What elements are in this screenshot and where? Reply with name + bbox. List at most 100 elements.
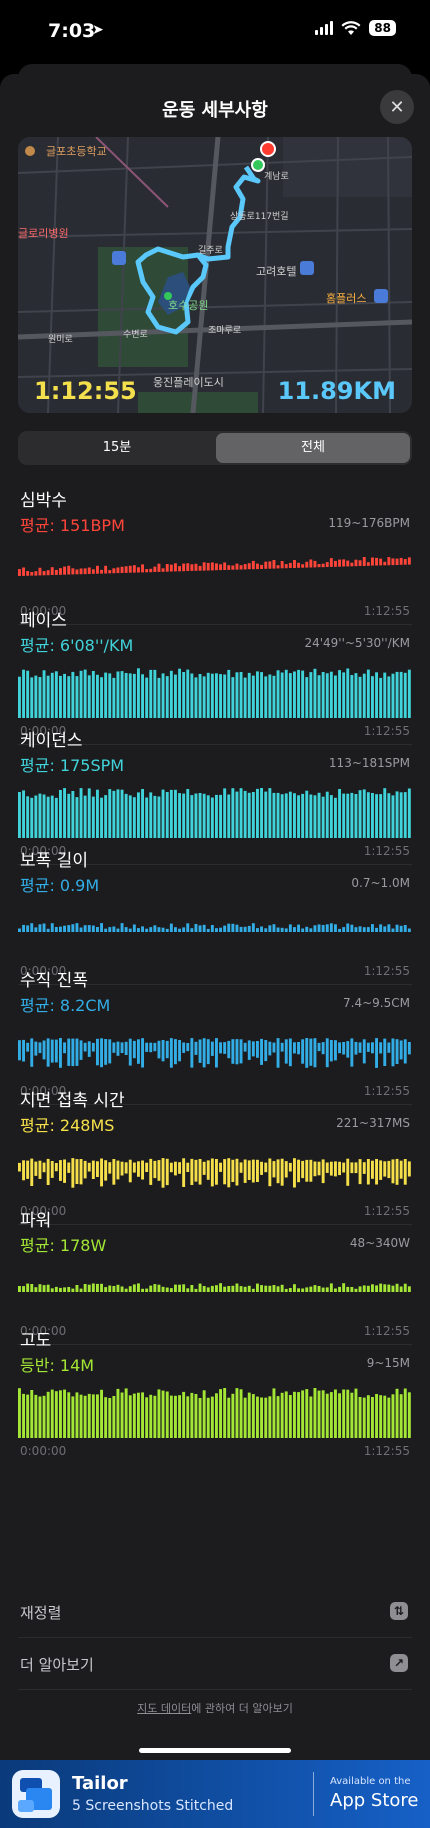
metric-section[interactable]: 케이던스 평균: 175SPM 113~181SPM 0:00:00 1:12:55 bbox=[18, 726, 412, 866]
metric-section[interactable]: 심박수 평균: 151BPM 119~176BPM 0:00:00 1:12:55 bbox=[18, 486, 412, 626]
sparkline-bar bbox=[75, 1285, 79, 1292]
metric-section[interactable]: 고도 등반: 14M 9~15M 0:00:00 1:12:55 bbox=[18, 1326, 412, 1466]
reorder-row[interactable]: 재정렬 ⇅ bbox=[18, 1586, 412, 1638]
sparkline-bar bbox=[161, 789, 165, 838]
sparkline-bar bbox=[391, 795, 395, 838]
map-data-link[interactable]: 지도 데이터 bbox=[137, 1702, 191, 1715]
sparkline-bar bbox=[174, 1284, 177, 1292]
reorder-label: 재정렬 bbox=[20, 1604, 62, 1622]
map-label: 상동로117번길 bbox=[230, 212, 289, 222]
metric-sparkline bbox=[18, 788, 411, 838]
sparkline-bar bbox=[284, 1161, 288, 1178]
metric-section[interactable]: 지면 접촉 시간 평균: 248MS 221~317MS 0:00:00 1:12:55 bbox=[18, 1086, 412, 1226]
sparkline-bar bbox=[264, 1162, 268, 1173]
sparkline-bar bbox=[239, 1389, 243, 1438]
sparkline-bar bbox=[149, 1394, 153, 1438]
sparkline-bar bbox=[276, 670, 280, 718]
metric-section[interactable]: 페이스 평균: 6'08''/KM 24'49''~5'30''/KM 0:00:00… bbox=[18, 606, 412, 746]
sparkline-bar bbox=[305, 790, 309, 838]
sparkline-bar bbox=[104, 1160, 108, 1181]
sparkline-bar bbox=[317, 1042, 321, 1052]
sparkline-bar bbox=[206, 1160, 210, 1180]
sparkline-bar bbox=[215, 1159, 218, 1185]
sparkline-bar bbox=[141, 1160, 144, 1180]
sparkline-bar bbox=[293, 671, 296, 718]
sparkline-bar bbox=[272, 1161, 276, 1178]
sparkline-bar bbox=[157, 677, 161, 718]
sparkline-bar bbox=[174, 674, 177, 718]
sparkline-bar bbox=[297, 1159, 300, 1183]
sparkline-bar bbox=[231, 788, 235, 838]
sparkline-bar bbox=[301, 564, 305, 568]
metric-section[interactable]: 수직 진폭 평균: 8.2CM 7.4~9.5CM 0:00:00 1:12:55 bbox=[18, 966, 412, 1106]
sparkline-bar bbox=[403, 792, 407, 838]
sparkline-bar bbox=[186, 923, 190, 932]
sparkline-bar bbox=[38, 793, 42, 838]
sparkline-bar bbox=[350, 924, 354, 932]
learn-more-row[interactable]: 더 알아보기 ↗ bbox=[18, 1638, 412, 1690]
sparkline-bar bbox=[247, 1040, 251, 1060]
sparkline-bar bbox=[358, 676, 362, 718]
sparkline-bar bbox=[26, 1283, 30, 1292]
sparkline-bar bbox=[108, 1039, 112, 1064]
sparkline-bar bbox=[362, 557, 366, 566]
sparkline-bar bbox=[169, 670, 173, 718]
metric-section[interactable]: 보폭 길이 평균: 0.9M 0.7~1.0M 0:00:00 1:12:55 bbox=[18, 846, 412, 986]
sparkline-bar bbox=[375, 557, 378, 566]
sparkline-bar bbox=[387, 557, 391, 566]
sparkline-bar bbox=[251, 923, 255, 932]
status-bar: 7:03 ➤ 88 bbox=[0, 0, 430, 62]
metric-range: 48~340W bbox=[349, 1236, 410, 1250]
sparkline-bar bbox=[178, 793, 181, 838]
sparkline-bar bbox=[79, 568, 83, 575]
metric-average: 평균: 0.9M bbox=[20, 876, 100, 895]
sparkline-bar bbox=[145, 1288, 149, 1292]
sparkline-bar bbox=[42, 1040, 46, 1060]
sparkline-bar bbox=[149, 1042, 153, 1053]
sparkline-bar bbox=[128, 1038, 132, 1066]
segment-all[interactable]: 전체 bbox=[216, 433, 410, 463]
sparkline-bar bbox=[313, 1388, 317, 1438]
sparkline-bar bbox=[79, 1288, 83, 1292]
sparkline-bar bbox=[87, 1393, 91, 1438]
sparkline-bar bbox=[59, 1390, 62, 1438]
sparkline-bar bbox=[268, 925, 272, 932]
sparkline-bar bbox=[34, 1041, 38, 1056]
status-icons: 88 bbox=[315, 20, 396, 36]
app-store-banner[interactable]: Tailor 5 Screenshots Stitched Available … bbox=[0, 1760, 430, 1828]
sparkline-bar bbox=[256, 1041, 259, 1058]
sparkline-bar bbox=[272, 1388, 276, 1438]
sparkline-bar bbox=[22, 1039, 25, 1062]
sparkline-bar bbox=[71, 1288, 75, 1292]
close-button[interactable]: ✕ bbox=[380, 90, 414, 124]
sparkline-bar bbox=[54, 1391, 58, 1438]
sparkline-bar bbox=[284, 793, 288, 838]
sparkline-bar bbox=[30, 1158, 34, 1186]
sparkline-bar bbox=[128, 1395, 132, 1438]
sparkline-bar bbox=[342, 1042, 346, 1055]
sparkline-bar bbox=[391, 673, 395, 718]
sparkline-bar bbox=[301, 928, 305, 932]
sparkline-bar bbox=[383, 926, 387, 932]
sparkline-bar bbox=[104, 565, 108, 574]
sparkline-bar bbox=[358, 1286, 362, 1292]
sparkline-bar bbox=[342, 1283, 346, 1292]
sparkline-bar bbox=[288, 791, 292, 838]
metric-range: 221~317MS bbox=[336, 1116, 410, 1130]
sparkline-bar bbox=[325, 791, 329, 838]
segment-15min[interactable]: 15분 bbox=[20, 433, 214, 463]
sparkline-bar bbox=[157, 1160, 161, 1181]
sparkline-bar bbox=[67, 1162, 71, 1173]
metric-section[interactable]: 파워 평균: 178W 48~340W 0:00:00 1:12:55 bbox=[18, 1206, 412, 1346]
banner-store-text: App Store bbox=[330, 1790, 419, 1811]
sparkline-bar bbox=[124, 1162, 128, 1174]
sparkline-bar bbox=[210, 797, 214, 838]
sparkline-bar bbox=[305, 1389, 309, 1438]
sparkline-bar bbox=[338, 1161, 341, 1176]
route-map[interactable]: 글포초등학교 글로리병원 고려호텔 홈플러스 웅진플레이도시 호수공원 상동로1… bbox=[18, 137, 412, 413]
sparkline-bar bbox=[329, 1392, 333, 1438]
sparkline-bar bbox=[87, 1162, 91, 1172]
sparkline-bar bbox=[375, 1038, 378, 1068]
sparkline-bar bbox=[198, 1159, 202, 1185]
sparkline-bar bbox=[243, 1397, 247, 1438]
